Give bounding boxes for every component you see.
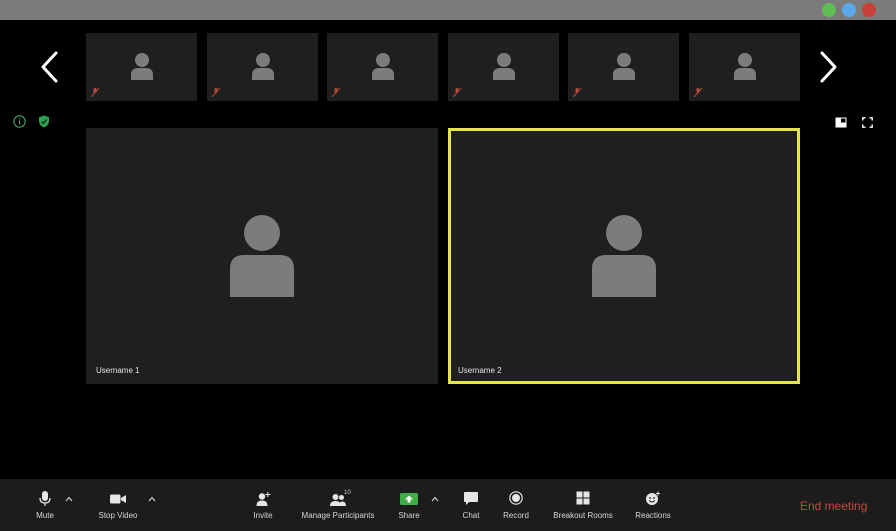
participant-name: Username 1 — [96, 366, 140, 375]
participant-thumbnail[interactable] — [689, 33, 800, 101]
mute-label: Mute — [36, 511, 54, 520]
record-button[interactable]: Record — [499, 479, 533, 531]
window-titlebar — [0, 0, 896, 20]
invite-label: Invite — [253, 511, 273, 520]
mute-button[interactable]: Mute — [25, 479, 65, 531]
participant-thumbnail[interactable] — [86, 33, 197, 101]
next-page-arrow-icon[interactable] — [816, 50, 840, 84]
chat-label: Chat — [462, 511, 480, 520]
chat-bubble-icon — [464, 492, 478, 505]
breakout-rooms-label: Breakout Rooms — [553, 511, 613, 520]
share-options-caret-icon[interactable] — [431, 496, 439, 502]
muted-microphone-icon — [212, 88, 220, 97]
record-icon — [509, 491, 523, 505]
end-meeting-button[interactable]: End meeting — [800, 499, 867, 513]
share-screen-icon — [400, 493, 418, 505]
muted-microphone-icon — [332, 88, 340, 97]
encryption-shield-icon[interactable] — [38, 115, 50, 128]
avatar-icon — [230, 215, 294, 297]
share-screen-button[interactable]: Share — [392, 479, 426, 531]
muted-microphone-icon — [573, 88, 581, 97]
avatar-icon — [613, 53, 635, 80]
manage-participants-button[interactable]: 10 Manage Participants — [298, 479, 378, 531]
breakout-rooms-button[interactable]: Breakout Rooms — [550, 479, 616, 531]
active-speaker-video-tile[interactable]: Username 2 — [448, 128, 800, 384]
reactions-button[interactable]: Reactions — [632, 479, 674, 531]
invite-button[interactable]: Invite — [246, 479, 280, 531]
participant-thumbnail[interactable] — [327, 33, 438, 101]
view-layout-icon[interactable] — [835, 117, 847, 128]
avatar-icon — [592, 215, 656, 297]
participant-count-badge: 10 — [344, 490, 351, 496]
window-zoom-button[interactable] — [822, 3, 836, 17]
muted-microphone-icon — [453, 88, 461, 97]
video-camera-icon — [110, 494, 126, 504]
avatar-icon — [372, 53, 394, 80]
avatar-icon — [131, 53, 153, 80]
meeting-toolbar: Mute Stop Video Invite 10 Manage Partici… — [0, 479, 896, 531]
manage-participants-label: Manage Participants — [301, 511, 375, 520]
reactions-label: Reactions — [635, 511, 671, 520]
muted-microphone-icon — [91, 88, 99, 97]
share-label: Share — [398, 511, 420, 520]
window-close-button[interactable] — [862, 3, 876, 17]
smiley-plus-icon — [646, 491, 660, 505]
add-person-icon — [256, 492, 271, 506]
stop-video-button[interactable]: Stop Video — [92, 479, 144, 531]
participant-name: Username 2 — [458, 366, 502, 375]
video-options-caret-icon[interactable] — [148, 496, 156, 502]
avatar-icon — [493, 53, 515, 80]
window-minimize-button[interactable] — [842, 3, 856, 17]
avatar-icon — [734, 53, 756, 80]
participant-thumbnail[interactable] — [207, 33, 318, 101]
previous-page-arrow-icon[interactable] — [38, 50, 62, 84]
meeting-info-icon[interactable] — [13, 115, 26, 128]
chat-button[interactable]: Chat — [456, 479, 486, 531]
avatar-icon — [252, 53, 274, 80]
record-label: Record — [503, 511, 529, 520]
stop-video-label: Stop Video — [98, 511, 138, 520]
muted-microphone-icon — [694, 88, 702, 97]
participant-thumbnail[interactable] — [448, 33, 559, 101]
participant-thumbnail[interactable] — [568, 33, 679, 101]
participant-video-tile[interactable]: Username 1 — [86, 128, 438, 384]
audio-options-caret-icon[interactable] — [65, 496, 73, 502]
breakout-rooms-icon — [576, 491, 590, 505]
fullscreen-icon[interactable] — [862, 117, 873, 128]
microphone-icon — [39, 491, 51, 506]
